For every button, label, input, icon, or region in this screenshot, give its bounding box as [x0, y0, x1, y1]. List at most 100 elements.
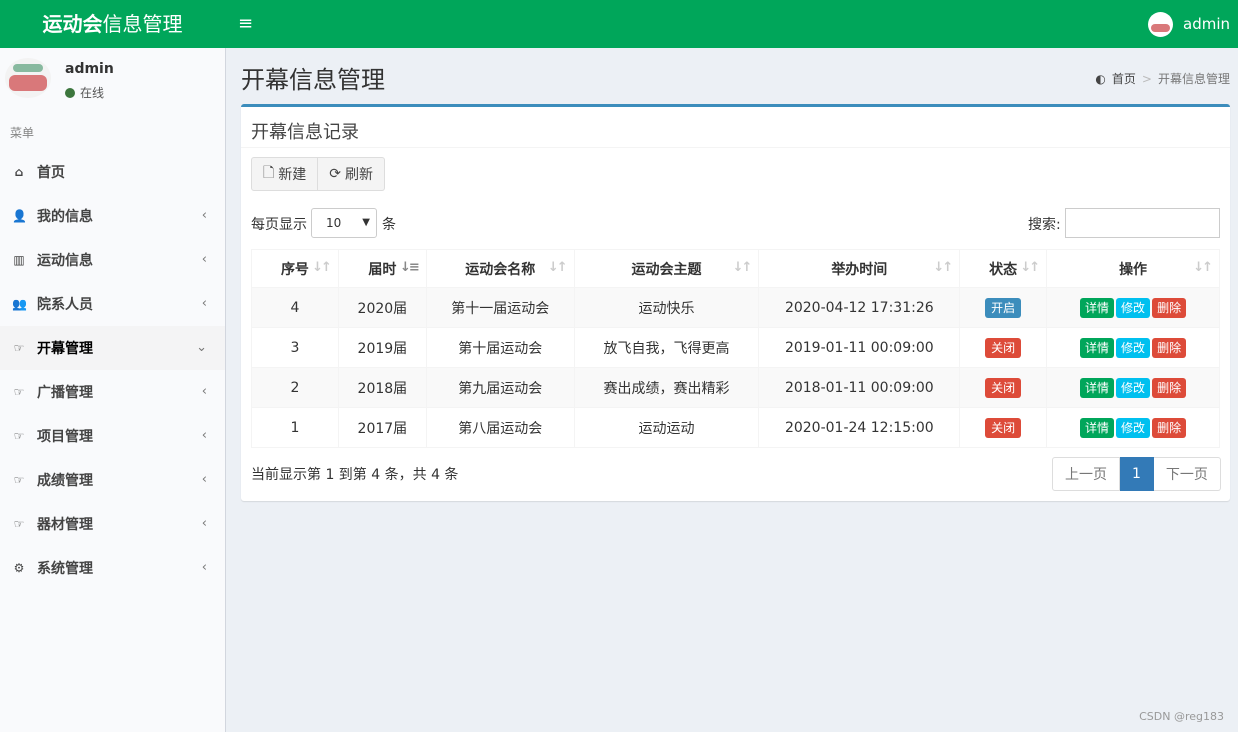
cell-theme: 赛出成绩，赛出精彩 — [573, 367, 760, 408]
search-input[interactable] — [1065, 208, 1220, 238]
sidebar-item-system[interactable]: ⚙ 系统管理 ‹ — [0, 546, 225, 590]
table-row: 2 2018届 第九届运动会 赛出成绩，赛出精彩 2018-01-11 00:0… — [251, 367, 1220, 408]
detail-button[interactable]: 详情 — [1080, 337, 1115, 358]
sidebar-item-staff[interactable]: 👥 院系人员 ‹ — [0, 282, 225, 326]
brand-bold: 运动会 — [42, 12, 103, 36]
column-header-label: 举办时间 — [831, 261, 888, 278]
cell-time: 2020-04-12 17:31:26 — [758, 287, 961, 328]
detail-button[interactable]: 详情 — [1080, 297, 1115, 318]
search-label: 搜索: — [1028, 217, 1061, 233]
cell-time: 2019-01-11 00:09:00 — [758, 327, 961, 368]
brand-rest: 信息管理 — [102, 12, 183, 36]
sidebar-item-opening[interactable]: ☞ 开幕管理 ⌄ — [0, 326, 225, 370]
sidebar-item-label: 广播管理 — [37, 385, 93, 401]
status-badge[interactable]: 关闭 — [985, 377, 1022, 398]
sidebar-item-sports-info[interactable]: ▥ 运动信息 ‹ — [0, 238, 225, 282]
refresh-icon: ⟳ — [329, 166, 341, 182]
sidebar-item-label: 成绩管理 — [37, 473, 93, 489]
column-header-theme[interactable]: 运动会主题 ↓↑ — [573, 249, 760, 288]
cell-session: 2019届 — [337, 327, 427, 368]
user-name: admin — [1183, 15, 1230, 33]
column-header-name[interactable]: 运动会名称 ↓↑ — [425, 249, 575, 288]
sidebar-toggle-icon[interactable]: ≡ — [238, 12, 254, 36]
breadcrumb: ◐ 首页 > 开幕信息管理 — [1095, 70, 1230, 87]
column-header-time[interactable]: 举办时间 ↓↑ — [758, 249, 961, 288]
refresh-button-label: 刷新 — [345, 167, 373, 183]
hand-pointer-icon: ☞ — [13, 429, 25, 443]
hand-pointer-icon: ☞ — [13, 341, 25, 355]
new-button[interactable]: 🗋 新建 — [251, 157, 319, 191]
sidebar: admin 在线 菜单 ⌂ 首页 👤 我的信息 ‹ ▥ 运动信息 ‹ 👥 院系人员 ‹ ☞ 开幕… — [0, 48, 226, 732]
table-row: 1 2017届 第八届运动会 运动运动 2020-01-24 12:15:00 … — [251, 407, 1220, 448]
avatar — [1148, 11, 1173, 37]
records-table: 序号 ↓↑ 届时 ↓≡ 运动会名称 ↓↑ 运动会主题 ↓↑ 举办时间 ↓↑ 状态 ↓↑ 操作… — [251, 249, 1220, 448]
refresh-button[interactable]: ⟳ 刷新 — [318, 157, 385, 191]
pagination: 上一页 1 下一页 — [1052, 457, 1221, 491]
edit-button[interactable]: 修改 — [1116, 377, 1151, 398]
edit-button[interactable]: 修改 — [1116, 337, 1151, 358]
delete-button[interactable]: 删除 — [1152, 297, 1187, 318]
chevron-left-icon: ‹ — [201, 472, 207, 487]
status-label: 在线 — [80, 86, 105, 100]
page-length-value: 10 — [326, 216, 342, 230]
delete-button[interactable]: 删除 — [1152, 337, 1187, 358]
chevron-left-icon: ‹ — [201, 516, 207, 531]
sidebar-item-equipment[interactable]: ☞ 器材管理 ‹ — [0, 502, 225, 546]
toolbar: 🗋 新建 ⟳ 刷新 — [251, 157, 385, 191]
sidebar-menu: ⌂ 首页 👤 我的信息 ‹ ▥ 运动信息 ‹ 👥 院系人员 ‹ ☞ 开幕管理 ⌄ ☞ 广播管理 ‹ ☞… — [0, 150, 225, 590]
sidebar-item-label: 院系人员 — [37, 297, 93, 313]
sort-icon: ↓↑ — [1020, 260, 1040, 275]
sidebar-item-projects[interactable]: ☞ 项目管理 ‹ — [0, 414, 225, 458]
chevron-left-icon: ‹ — [201, 208, 207, 223]
column-header-id[interactable]: 序号 ↓↑ — [251, 249, 339, 288]
sort-icon: ↓↑ — [312, 260, 332, 275]
cell-session: 2017届 — [337, 407, 427, 448]
table-row: 3 2019届 第十届运动会 放飞自我，飞得更高 2019-01-11 00:0… — [251, 327, 1220, 368]
page-title: 开幕信息管理 — [241, 66, 385, 94]
delete-button[interactable]: 删除 — [1152, 417, 1187, 438]
sidebar-item-label: 开幕管理 — [37, 341, 93, 357]
cell-session: 2020届 — [337, 287, 427, 328]
next-page-button[interactable]: 下一页 — [1153, 457, 1221, 491]
page-length-select[interactable]: 10 ▼ — [311, 208, 377, 238]
column-header-status[interactable]: 状态 ↓↑ — [959, 249, 1048, 288]
sort-icon: ↓↑ — [547, 260, 568, 275]
edit-button[interactable]: 修改 — [1116, 297, 1151, 318]
breadcrumb-home[interactable]: 首页 — [1112, 70, 1136, 87]
app-logo[interactable]: 运动会信息管理 — [0, 0, 225, 48]
status-badge[interactable]: 关闭 — [985, 417, 1022, 438]
cell-theme: 运动运动 — [573, 407, 760, 448]
chevron-left-icon: ‹ — [201, 296, 207, 311]
cell-actions: 详情 修改 删除 — [1046, 407, 1220, 448]
sidebar-item-home[interactable]: ⌂ 首页 — [0, 150, 225, 194]
column-header-label: 运动会名称 — [465, 261, 536, 278]
bar-chart-icon: ▥ — [13, 253, 25, 267]
column-header-label: 操作 — [1119, 261, 1148, 278]
user-menu[interactable]: admin — [1148, 10, 1230, 38]
status-badge[interactable]: 关闭 — [985, 337, 1022, 358]
cell-name: 第十一届运动会 — [425, 287, 575, 328]
detail-button[interactable]: 详情 — [1080, 377, 1115, 398]
column-header-session[interactable]: 届时 ↓≡ — [337, 249, 427, 288]
sidebar-item-broadcast[interactable]: ☞ 广播管理 ‹ — [0, 370, 225, 414]
cell-id: 1 — [251, 407, 339, 448]
delete-button[interactable]: 删除 — [1152, 377, 1187, 398]
chevron-down-icon: ▼ — [362, 217, 370, 228]
detail-button[interactable]: 详情 — [1080, 417, 1115, 438]
sidebar-item-scores[interactable]: ☞ 成绩管理 ‹ — [0, 458, 225, 502]
cell-name: 第十届运动会 — [425, 327, 575, 368]
edit-button[interactable]: 修改 — [1116, 417, 1151, 438]
column-header-label: 运动会主题 — [631, 261, 702, 278]
sort-icon: ↓↑ — [732, 260, 753, 275]
page-button-1[interactable]: 1 — [1120, 457, 1154, 491]
sidebar-item-my-info[interactable]: 👤 我的信息 ‹ — [0, 194, 225, 238]
chevron-left-icon: ‹ — [201, 384, 207, 399]
prev-page-button[interactable]: 上一页 — [1052, 457, 1120, 491]
sidebar-item-label: 系统管理 — [37, 561, 93, 577]
column-header-actions[interactable]: 操作 ↓↑ — [1046, 249, 1220, 288]
divider — [241, 147, 1230, 148]
dashboard-icon: ◐ — [1095, 71, 1106, 86]
table-info: 当前显示第 1 到第 4 条，共 4 条 — [251, 467, 459, 483]
status-badge[interactable]: 开启 — [985, 297, 1022, 318]
chevron-left-icon: ‹ — [201, 428, 207, 443]
